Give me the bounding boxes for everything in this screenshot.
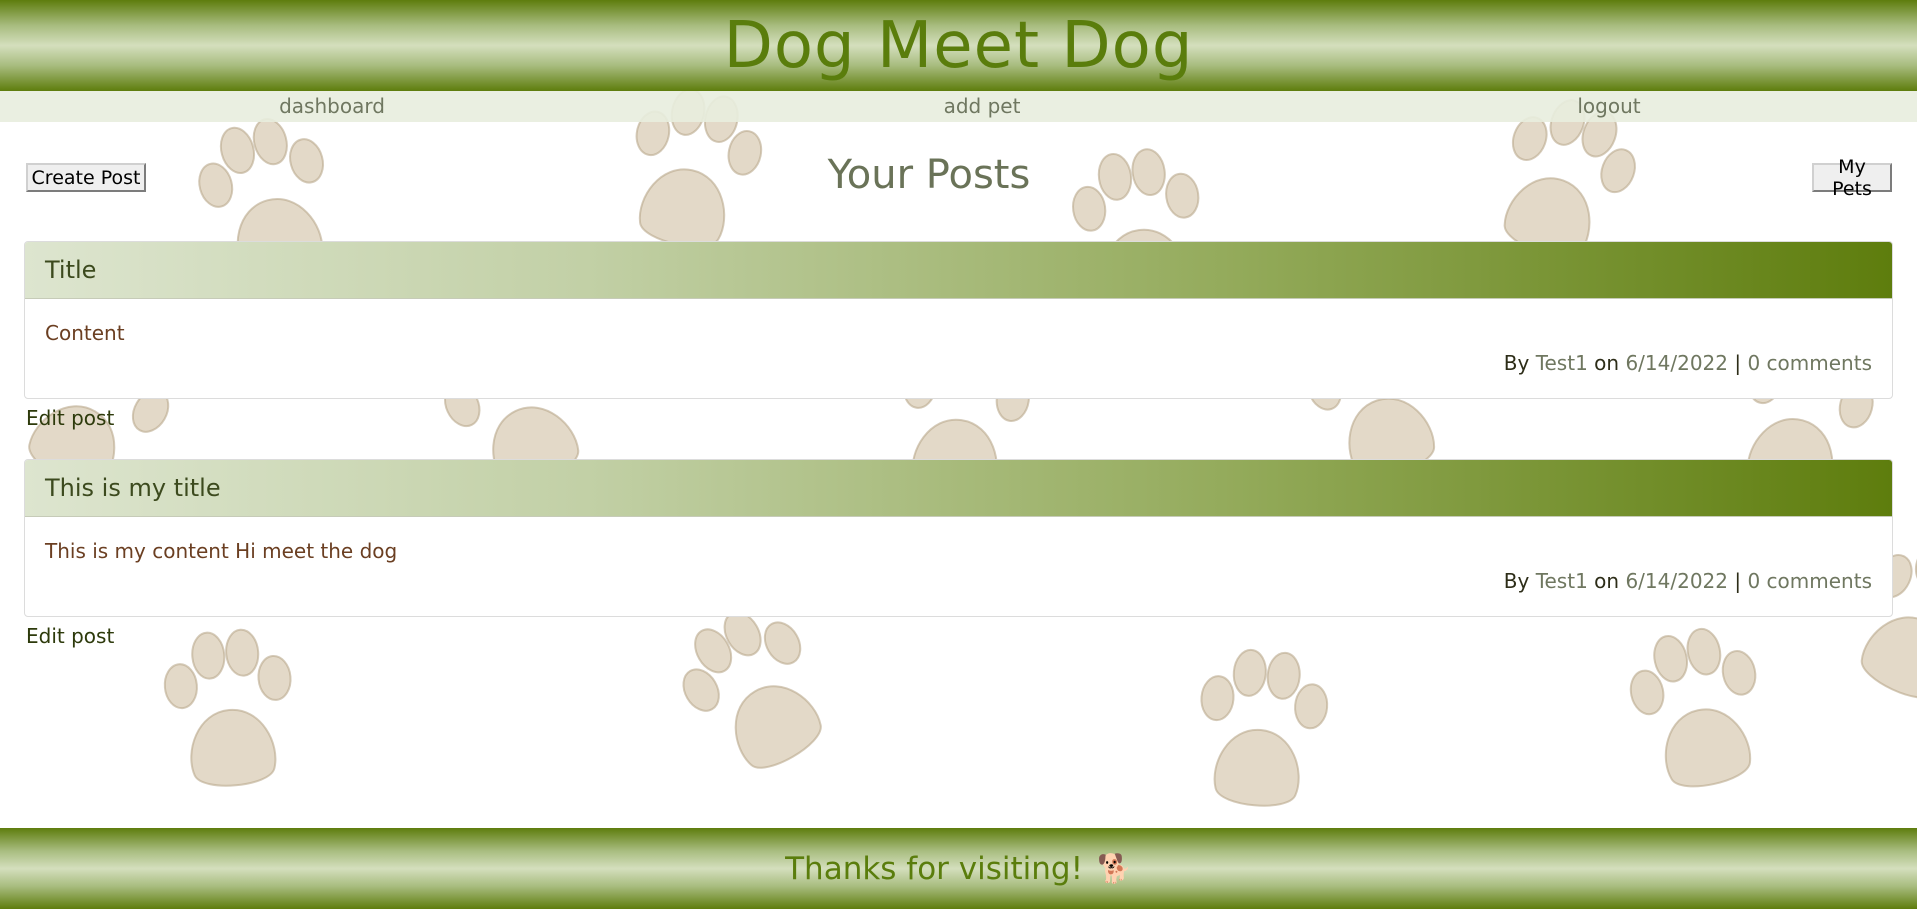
footer-text: Thanks for visiting! (785, 850, 1084, 887)
post-content: This is my content Hi meet the dog (45, 539, 398, 563)
site-header: Dog Meet Dog (0, 0, 1917, 91)
meta-separator: | (1734, 351, 1742, 375)
my-pets-button[interactable]: My Pets (1812, 156, 1892, 200)
post-card: Title Content By Test1 on 6/14/2022 | 0 … (24, 241, 1893, 399)
post-author: Test1 (1535, 569, 1588, 593)
post-meta: By Test1 on 6/14/2022 | 0 comments (1504, 351, 1872, 375)
main-nav: dashboard add pet logout (0, 91, 1917, 122)
post-date: 6/14/2022 (1625, 569, 1728, 593)
post-on-label: on (1594, 351, 1620, 375)
meta-separator: | (1734, 569, 1742, 593)
nav-link-add-pet[interactable]: add pet (944, 94, 1021, 118)
post-card: This is my title This is my content Hi m… (24, 459, 1893, 617)
post-body: Content By Test1 on 6/14/2022 | 0 commen… (25, 299, 1892, 398)
post-date: 6/14/2022 (1625, 351, 1728, 375)
post-body: This is my content Hi meet the dog By Te… (25, 517, 1892, 616)
page: Dog Meet Dog dashboard add pet logout Cr… (0, 0, 1917, 909)
post-on-label: on (1594, 569, 1620, 593)
dog-icon: 🐕 (1097, 852, 1132, 885)
create-post-button[interactable]: Create Post (26, 163, 146, 192)
post-meta: By Test1 on 6/14/2022 | 0 comments (1504, 569, 1872, 593)
post-content: Content (45, 321, 125, 345)
nav-link-logout[interactable]: logout (1577, 94, 1640, 118)
post-comments-count: 0 comments (1747, 351, 1872, 375)
nav-link-dashboard[interactable]: dashboard (279, 94, 385, 118)
post-comments-count: 0 comments (1747, 569, 1872, 593)
site-footer: Thanks for visiting! 🐕 (0, 828, 1917, 909)
post-author: Test1 (1535, 351, 1588, 375)
post-by-label: By (1503, 569, 1530, 593)
page-title: Your Posts (827, 152, 1031, 198)
site-title: Dog Meet Dog (723, 8, 1194, 83)
edit-post-link[interactable]: Edit post (26, 624, 114, 648)
post-by-label: By (1503, 351, 1530, 375)
post-title: Title (25, 242, 1892, 299)
edit-post-link[interactable]: Edit post (26, 406, 114, 430)
post-title: This is my title (25, 460, 1892, 517)
